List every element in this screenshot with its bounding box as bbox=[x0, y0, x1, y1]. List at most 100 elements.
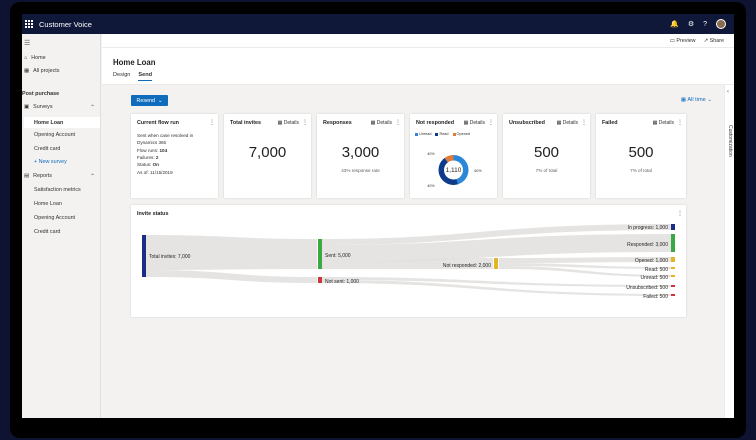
failed-percent: 7% of total bbox=[630, 168, 652, 173]
sidebar-item-report-home-loan[interactable]: Home Loan bbox=[34, 201, 62, 207]
sankey-label-opened: Opened: 1,000 bbox=[635, 258, 668, 264]
share-label: Share bbox=[709, 37, 724, 44]
home-icon: ⌂ bbox=[24, 55, 28, 61]
sidebar-item-surveys[interactable]: ▣ Surveys bbox=[24, 104, 53, 110]
avatar[interactable] bbox=[716, 19, 726, 29]
sankey-label-unsubscribed: Unsubscribed: 500 bbox=[626, 285, 668, 291]
chevron-down-icon: ⌄ bbox=[158, 97, 163, 104]
responses-card: Responses ▦ Details ⋮ 3,000 43% response… bbox=[317, 114, 404, 198]
sankey-node-read bbox=[671, 267, 675, 269]
card-title: Current flow run bbox=[137, 120, 179, 126]
new-survey-link[interactable]: + New survey bbox=[34, 159, 67, 165]
details-link[interactable]: ▦ Details bbox=[371, 120, 392, 126]
projects-icon: ▦ bbox=[24, 68, 30, 74]
project-name: Post purchase bbox=[22, 91, 60, 97]
failed-value: 500 bbox=[628, 144, 654, 161]
sidebar: ☰ ⌂ Home ▦ All projects Post purchase ▣ … bbox=[22, 34, 101, 418]
chevron-down-icon: ⌄ bbox=[707, 97, 712, 103]
preview-button[interactable]: ▭ Preview bbox=[670, 38, 696, 44]
customization-label: Customization bbox=[727, 125, 733, 157]
sankey-node-responded bbox=[671, 234, 675, 252]
page-title: Home Loan bbox=[113, 58, 156, 67]
sidebar-item-opening-account[interactable]: Opening Account bbox=[34, 132, 75, 138]
sankey-node-unread bbox=[671, 275, 675, 277]
details-link[interactable]: ▦ Details bbox=[653, 120, 674, 126]
sankey-label-in-progress: In progress: 1,000 bbox=[628, 225, 669, 231]
more-icon[interactable]: ⋮ bbox=[395, 119, 401, 126]
more-icon[interactable]: ⋮ bbox=[209, 119, 215, 126]
sankey-node-unsubscribed bbox=[671, 285, 675, 287]
help-icon[interactable]: ? bbox=[703, 21, 707, 28]
flow-trigger-text: Sent when case resolved in bbox=[137, 133, 194, 138]
invite-status-card: Invite status ⋮ Total invites: 7,000 Sen… bbox=[131, 205, 686, 317]
tab-design[interactable]: Design bbox=[113, 72, 130, 81]
details-label: Details bbox=[562, 120, 578, 126]
failures-label: Failures: bbox=[137, 155, 155, 160]
sidebar-item-label: Reports bbox=[33, 173, 52, 179]
resend-button[interactable]: Resend ⌄ bbox=[131, 95, 168, 106]
customization-rail[interactable]: ‹ Customization bbox=[724, 85, 734, 418]
donut-center-value: 1,110 bbox=[446, 167, 462, 174]
resend-label: Resend bbox=[136, 97, 156, 104]
chevron-left-icon[interactable]: ‹ bbox=[727, 89, 729, 95]
calendar-icon: ▦ bbox=[370, 120, 376, 126]
sankey-label-not-responded: Not responded: 2,000 bbox=[443, 263, 491, 269]
calendar-icon: ▦ bbox=[556, 120, 562, 126]
tab-send[interactable]: Send bbox=[138, 72, 153, 81]
sidebar-item-all-projects[interactable]: ▦ All projects bbox=[24, 68, 59, 74]
sankey-node-not-sent bbox=[318, 277, 322, 283]
sankey-node-failed bbox=[671, 294, 675, 296]
preview-label: Preview bbox=[676, 37, 696, 44]
sankey-label-total: Total invites: 7,000 bbox=[149, 254, 191, 260]
sidebar-item-home[interactable]: ⌂ Home bbox=[24, 55, 46, 61]
sankey-label-responded: Responded: 3,000 bbox=[627, 242, 668, 248]
time-filter-label: All time bbox=[687, 97, 706, 103]
more-icon[interactable]: ⋮ bbox=[302, 119, 308, 126]
donut-chart: 1,110 40% 40% 60% bbox=[427, 152, 482, 188]
sankey-label-not-sent: Not sent: 1,000 bbox=[325, 279, 359, 285]
chevron-up-icon[interactable]: ⌃ bbox=[90, 104, 95, 111]
sankey-node-total bbox=[142, 235, 146, 277]
tab-bar: Design Send bbox=[113, 72, 153, 81]
report-icon: ▤ bbox=[24, 173, 30, 179]
total-invites-card: Total invites ▦ Details ⋮ 7,000 bbox=[224, 114, 311, 198]
flow-trigger-text-2: Dynamics 365 bbox=[137, 140, 167, 145]
sidebar-item-report-credit-card[interactable]: Credit card bbox=[34, 229, 60, 235]
bell-icon[interactable]: 🔔 bbox=[670, 20, 679, 28]
share-icon: ↗ bbox=[703, 37, 709, 44]
waffle-icon[interactable] bbox=[25, 20, 33, 28]
gear-icon[interactable]: ⚙ bbox=[688, 20, 694, 28]
sidebar-item-satisfaction-metrics[interactable]: Satisfaction metrics bbox=[34, 187, 81, 193]
flow-runs-value: 104 bbox=[159, 148, 168, 153]
sidebar-item-report-opening-account[interactable]: Opening Account bbox=[34, 215, 75, 221]
command-bar: ▭ Preview ↗ Share bbox=[102, 34, 734, 48]
sankey-node-in-progress bbox=[671, 224, 675, 230]
card-title: Unsubscribed bbox=[509, 120, 545, 126]
details-link[interactable]: ▦ Details bbox=[278, 120, 299, 126]
details-link[interactable]: ▦ Details bbox=[557, 120, 578, 126]
failed-card: Failed ▦ Details ⋮ 500 7% of total bbox=[596, 114, 686, 198]
chevron-up-icon[interactable]: ⌃ bbox=[90, 173, 95, 180]
flow-runs-label: Flow runs: bbox=[137, 148, 159, 153]
sidebar-item-reports[interactable]: ▤ Reports bbox=[24, 173, 52, 179]
sankey-label-read: Read: 500 bbox=[645, 267, 668, 273]
details-label: Details bbox=[283, 120, 299, 126]
flow-details: Sent when case resolved in Dynamics 365 … bbox=[137, 132, 193, 176]
more-icon[interactable]: ⋮ bbox=[581, 119, 587, 126]
sidebar-item-credit-card[interactable]: Credit card bbox=[34, 146, 60, 152]
calendar-icon: ▦ bbox=[277, 120, 283, 126]
sankey-label-failed: Failed: 500 bbox=[643, 294, 668, 300]
time-filter[interactable]: ▦ All time ⌄ bbox=[681, 97, 712, 103]
status-label: Status: bbox=[137, 162, 152, 167]
sidebar-item-home-loan[interactable]: Home Loan bbox=[24, 117, 100, 128]
calendar-icon: ▦ bbox=[652, 120, 658, 126]
survey-icon: ▣ bbox=[24, 104, 30, 110]
details-label: Details bbox=[376, 120, 392, 126]
share-button[interactable]: ↗ Share bbox=[704, 38, 724, 44]
hamburger-icon[interactable]: ☰ bbox=[24, 39, 30, 47]
unsubscribed-value: 500 bbox=[533, 144, 560, 161]
more-icon[interactable]: ⋮ bbox=[677, 119, 683, 126]
sidebar-item-label: All projects bbox=[33, 68, 60, 74]
sankey-node-opened bbox=[671, 257, 675, 262]
failures-value: 2 bbox=[155, 155, 159, 160]
